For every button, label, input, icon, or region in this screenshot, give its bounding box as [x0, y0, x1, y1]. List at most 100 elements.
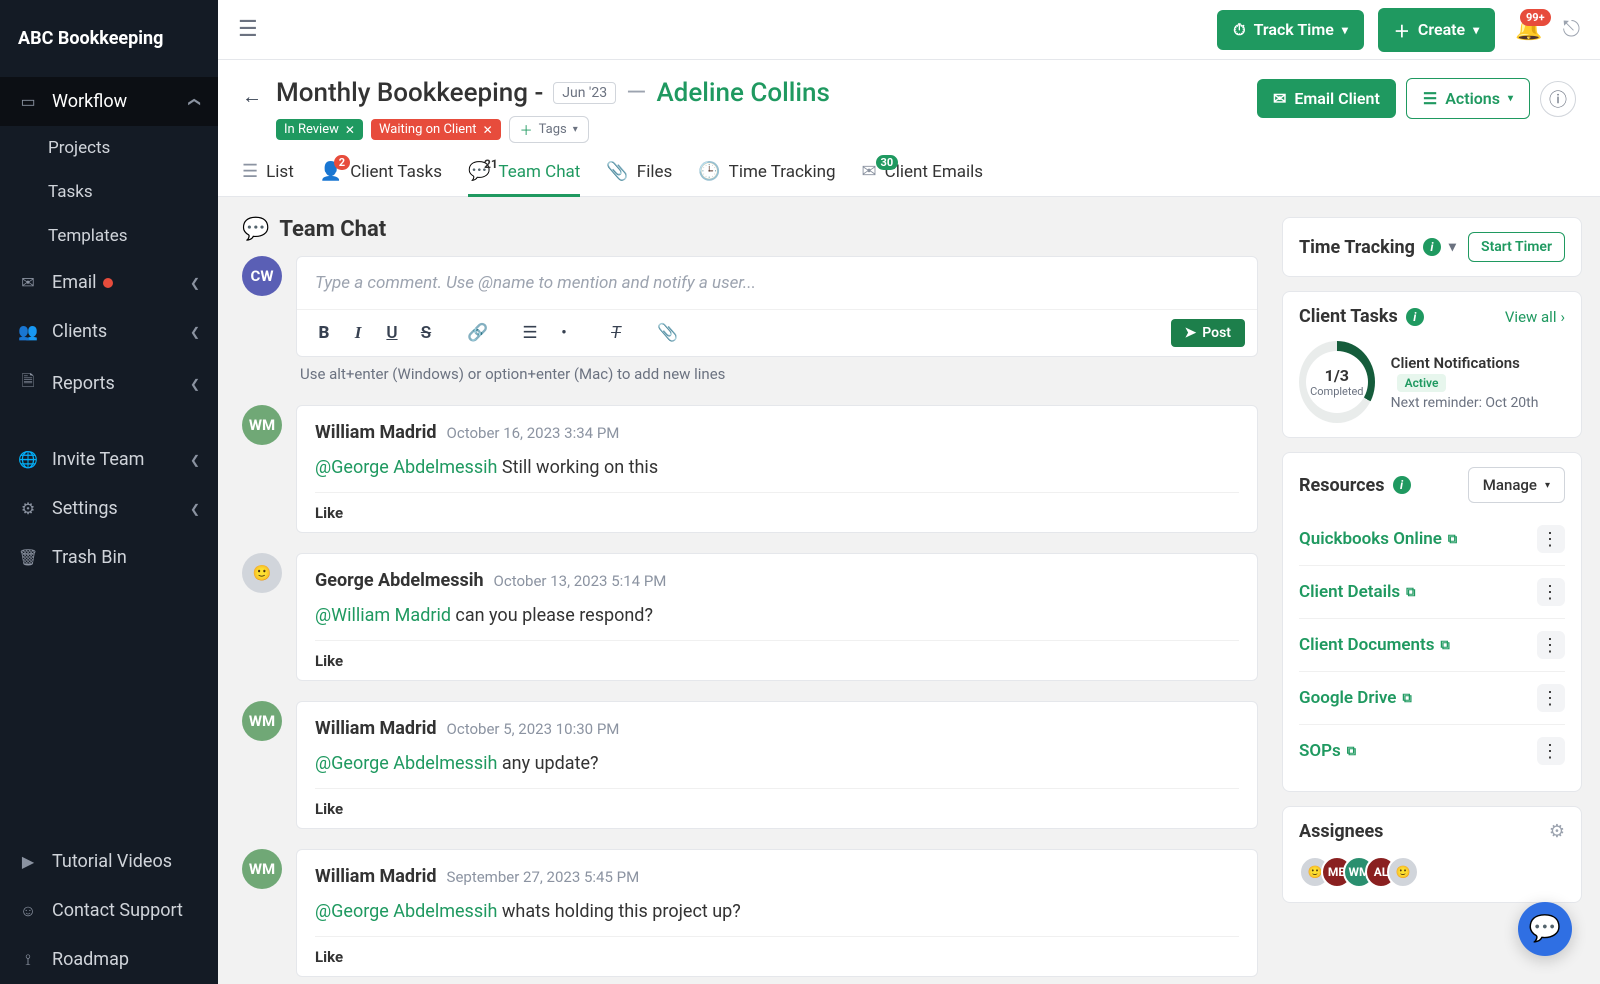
stopwatch-icon: ⏱ [1233, 20, 1245, 40]
tab-time-tracking[interactable]: 🕒 Time Tracking [698, 161, 835, 196]
chat-message: William MadridSeptember 27, 2023 5:45 PM… [296, 849, 1258, 977]
chevron-down-icon[interactable]: ▾ [1449, 239, 1456, 255]
start-timer-button[interactable]: Start Timer [1468, 232, 1565, 262]
remove-tag-icon[interactable]: ✕ [483, 123, 493, 137]
strikethrough-button[interactable]: S [411, 318, 441, 348]
author-avatar: WM [242, 849, 282, 889]
notifications-button[interactable]: 🔔 99+ [1509, 17, 1548, 42]
resource-menu-button[interactable]: ⋮ [1537, 737, 1565, 765]
bold-button[interactable]: B [309, 318, 339, 348]
sidebar-item-trash[interactable]: 🗑 Trash Bin [0, 533, 218, 582]
view-all-link[interactable]: View all › [1505, 308, 1565, 326]
sidebar-item-tutorials[interactable]: ▶ Tutorial Videos [0, 837, 218, 886]
resource-menu-button[interactable]: ⋮ [1537, 525, 1565, 553]
message-body: @William Madrid can you please respond? [315, 605, 1239, 626]
attachment-button[interactable]: 📎 [653, 318, 683, 348]
client-tasks-badge: 2 [334, 155, 350, 170]
status-tag-waiting-on-client[interactable]: Waiting on Client ✕ [371, 119, 501, 140]
info-button[interactable]: ⓘ [1540, 81, 1576, 117]
message-timestamp: October 13, 2023 5:14 PM [494, 572, 667, 590]
info-icon[interactable]: i [1423, 238, 1441, 256]
italic-button[interactable]: I [343, 318, 373, 348]
sidebar-item-reports[interactable]: 🗎 Reports ❮ [0, 356, 218, 411]
chat-composer: Type a comment. Use @name to mention and… [296, 256, 1258, 357]
video-icon: ▶ [18, 852, 38, 871]
like-button[interactable]: Like [315, 504, 343, 522]
project-title: Monthly Bookkeeping - Jun '23 — Adeline … [276, 78, 1243, 108]
resource-link[interactable]: SOPs ⧉ [1299, 741, 1356, 761]
logout-icon[interactable]: ⎋ [1563, 17, 1580, 42]
hamburger-icon[interactable]: ☰ [238, 17, 258, 42]
create-button[interactable]: ＋ Create ▾ [1378, 8, 1495, 52]
mention-link[interactable]: @George Abdelmessih [315, 901, 497, 922]
mail-icon: ✉ [18, 273, 38, 292]
section-heading-team-chat: 💬 Team Chat [242, 217, 1258, 242]
tab-list[interactable]: ☰ List [242, 161, 294, 196]
actions-button[interactable]: ☰ Actions ▾ [1406, 78, 1530, 119]
like-button[interactable]: Like [315, 652, 343, 670]
resource-menu-button[interactable]: ⋮ [1537, 684, 1565, 712]
list-icon: ☰ [242, 161, 258, 182]
assignee-avatar[interactable]: 🙂 [1387, 856, 1419, 888]
sidebar-item-invite-team[interactable]: 🌐 Invite Team ❮ [0, 435, 218, 484]
underline-button[interactable]: U [377, 318, 407, 348]
tab-client-emails[interactable]: ✉ 30 Client Emails [862, 161, 983, 196]
sidebar-item-roadmap[interactable]: ⟟ Roadmap [0, 935, 218, 984]
sidebar-sub-templates[interactable]: Templates [0, 214, 218, 258]
plus-icon: ＋ [1394, 18, 1410, 42]
ordered-list-button[interactable]: ☰ [515, 318, 545, 348]
resource-link[interactable]: Client Details ⧉ [1299, 582, 1415, 602]
message-body: @George Abdelmessih Still working on thi… [315, 457, 1239, 478]
tab-files[interactable]: 📎 Files [606, 161, 672, 196]
back-arrow-icon[interactable]: ← [242, 84, 262, 109]
sidebar-item-email[interactable]: ✉ Email ❮ [0, 258, 218, 307]
sidebar-item-settings[interactable]: ⚙ Settings ❮ [0, 484, 218, 533]
email-client-button[interactable]: ✉ Email Client [1257, 79, 1396, 118]
resources-card: Resources i Manage ▾ Quickbooks Online ⧉… [1282, 452, 1582, 792]
mention-link[interactable]: @George Abdelmessih [315, 753, 497, 774]
clear-formatting-button[interactable]: T [601, 318, 631, 348]
editor-toolbar: B I U S 🔗 ☰ • T 📎 [297, 309, 1257, 356]
info-icon[interactable]: i [1393, 476, 1411, 494]
gear-icon[interactable]: ⚙ [1549, 821, 1565, 842]
sidebar-sub-projects[interactable]: Projects [0, 126, 218, 170]
chevron-down-icon: ▾ [1508, 93, 1513, 104]
resource-link[interactable]: Google Drive ⧉ [1299, 688, 1412, 708]
sidebar-sub-tasks[interactable]: Tasks [0, 170, 218, 214]
client-link[interactable]: Adeline Collins [656, 78, 829, 108]
time-tracking-card: Time Tracking i ▾ Start Timer [1282, 217, 1582, 277]
topbar: ☰ ⏱ Track Time ▾ ＋ Create ▾ 🔔 99+ ⎋ [218, 0, 1600, 60]
mention-link[interactable]: @William Madrid [315, 605, 451, 626]
manage-resources-button[interactable]: Manage ▾ [1468, 467, 1565, 503]
resource-menu-button[interactable]: ⋮ [1537, 631, 1565, 659]
send-icon: ➤ [1185, 325, 1197, 341]
sidebar-item-workflow[interactable]: ▭ Workflow ❮ [0, 77, 218, 126]
add-tags-button[interactable]: ＋ Tags ▾ [509, 116, 589, 143]
post-button[interactable]: ➤ Post [1171, 319, 1245, 347]
link-button[interactable]: 🔗 [463, 318, 493, 348]
resource-link[interactable]: Quickbooks Online ⧉ [1299, 529, 1457, 549]
chat-input[interactable]: Type a comment. Use @name to mention and… [297, 257, 1257, 309]
resource-item: Client Documents ⧉ ⋮ [1299, 618, 1565, 671]
unordered-list-button[interactable]: • [549, 318, 579, 348]
sidebar-item-support[interactable]: ☺ Contact Support [0, 886, 218, 935]
tab-client-tasks[interactable]: 👤 2 Client Tasks [320, 161, 442, 196]
globe-icon: 🌐 [18, 450, 38, 469]
author-avatar: WM [242, 405, 282, 445]
external-link-icon: ⧉ [1347, 744, 1356, 759]
remove-tag-icon[interactable]: ✕ [345, 123, 355, 137]
info-icon[interactable]: i [1406, 308, 1424, 326]
tab-team-chat[interactable]: 💬 21 Team Chat [468, 161, 580, 196]
paperclip-icon: 📎 [606, 161, 628, 182]
track-time-button[interactable]: ⏱ Track Time ▾ [1217, 10, 1364, 50]
chat-message: William MadridOctober 16, 2023 3:34 PM@G… [296, 405, 1258, 533]
resource-menu-button[interactable]: ⋮ [1537, 578, 1565, 606]
sidebar-item-clients[interactable]: 👥 Clients ❮ [0, 307, 218, 356]
like-button[interactable]: Like [315, 800, 343, 818]
chat-widget-button[interactable]: 💬 [1518, 902, 1572, 956]
status-tag-in-review[interactable]: In Review ✕ [276, 119, 363, 140]
mail-icon: ✉ 30 [862, 161, 877, 182]
resource-link[interactable]: Client Documents ⧉ [1299, 635, 1450, 655]
mention-link[interactable]: @George Abdelmessih [315, 457, 497, 478]
like-button[interactable]: Like [315, 948, 343, 966]
